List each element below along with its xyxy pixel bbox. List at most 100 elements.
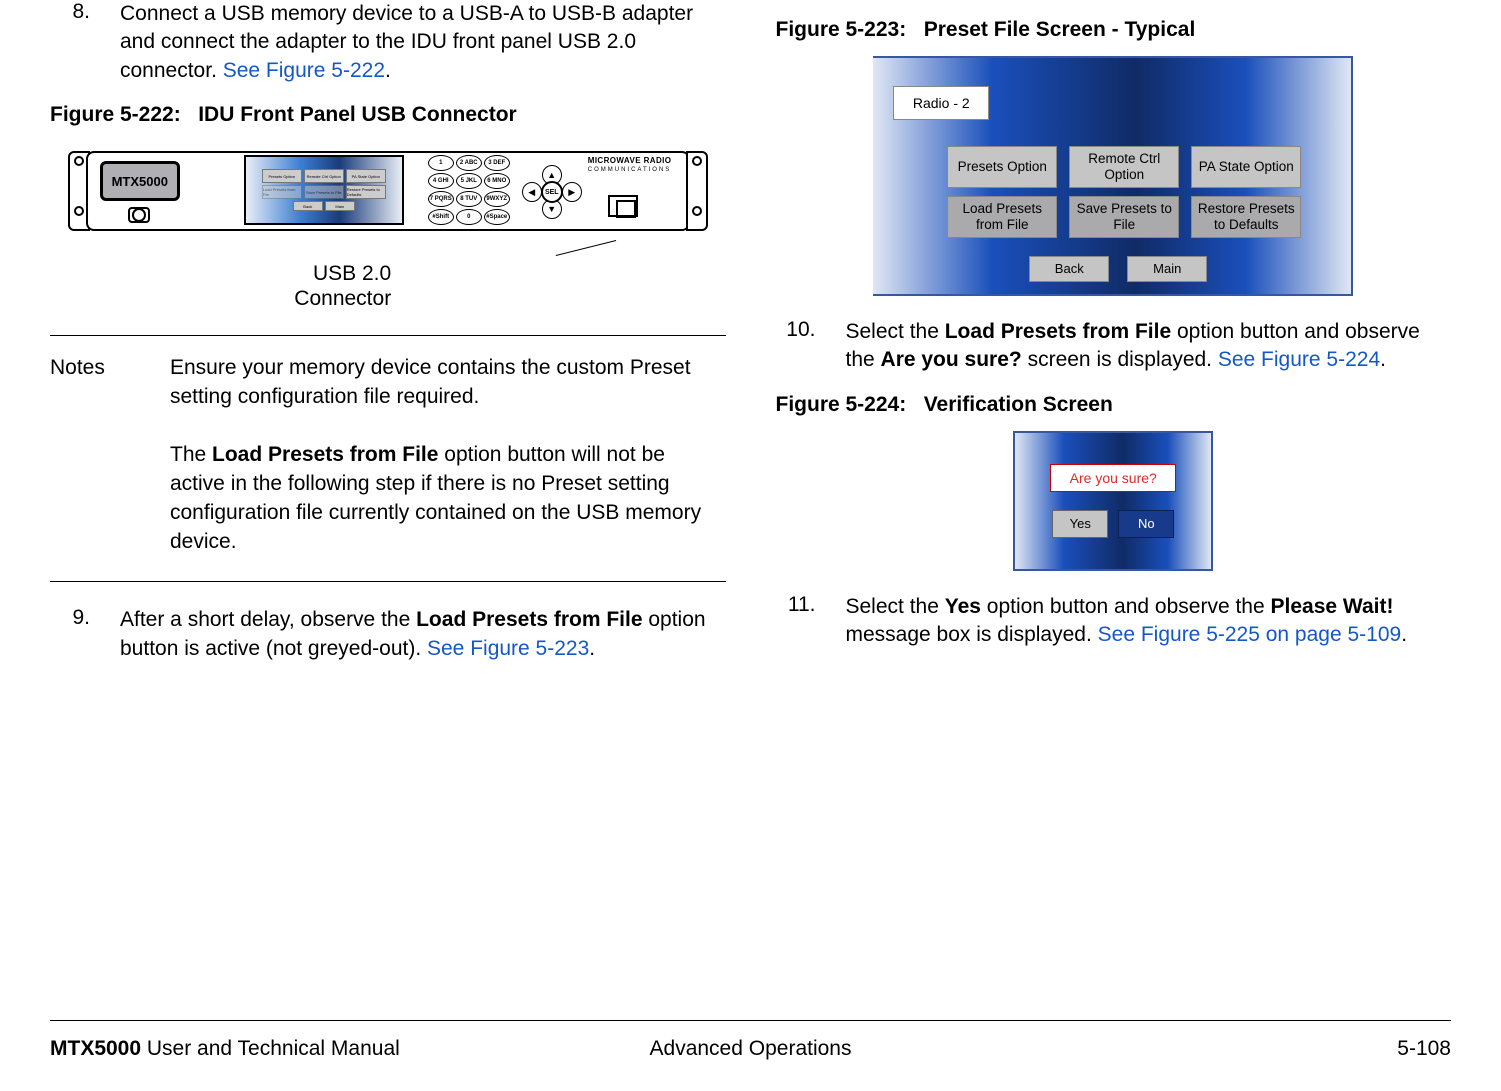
step-pre: Select the — [846, 595, 945, 618]
footer-left: MTX5000 User and Technical Manual — [50, 1037, 517, 1061]
spacer — [776, 571, 1452, 593]
select-button[interactable]: SEL — [541, 181, 563, 203]
step-10: 10. Select the Load Presets from File op… — [776, 318, 1452, 375]
left-column: 8. Connect a USB memory device to a USB-… — [50, 0, 726, 671]
mini-row-1: Presets Option Remote Ctrl Option PA Sta… — [262, 169, 386, 183]
key-9[interactable]: 9WXYZ — [484, 191, 510, 207]
spacer — [776, 296, 1452, 318]
yes-no-row: Yes No — [1052, 510, 1174, 538]
key-0[interactable]: 0 — [456, 209, 482, 225]
load-presets-button[interactable]: Load Presets from File — [947, 196, 1057, 238]
options-row-2: Load Presets from File Save Presets to F… — [947, 196, 1301, 238]
figure-224-title: Figure 5-224: Verification Screen — [776, 393, 1452, 417]
chevron-left-icon[interactable]: ◀ — [522, 182, 542, 202]
main-button[interactable]: Main — [1127, 256, 1207, 282]
notes-divider-top — [50, 335, 726, 336]
notes-para-1: Ensure your memory device contains the c… — [170, 354, 726, 412]
usb-caption-line2: Connector — [294, 287, 391, 310]
notes-p2-bold: Load Presets from File — [212, 443, 438, 466]
right-column: Figure 5-223: Preset File Screen - Typic… — [776, 0, 1452, 671]
key-4[interactable]: 4 GHI — [428, 173, 454, 189]
step-bold1: Yes — [945, 595, 981, 618]
mini-save-presets: Save Presets to File — [304, 185, 344, 199]
radio-tab[interactable]: Radio - 2 — [893, 86, 989, 120]
yes-button[interactable]: Yes — [1052, 510, 1108, 538]
footer-left-rest: User and Technical Manual — [141, 1037, 400, 1060]
notes-text: Ensure your memory device contains the c… — [170, 354, 726, 557]
mini-row-bm: Back Main — [293, 201, 355, 211]
key-1[interactable]: 1 — [428, 155, 454, 171]
notes-para-2: The Load Presets from File option button… — [170, 441, 726, 557]
step-bold2: Please Wait! — [1271, 595, 1394, 618]
product-badge: MTX5000 — [100, 161, 180, 201]
presets-option-button[interactable]: Presets Option — [947, 146, 1057, 188]
footer-center: Advanced Operations — [517, 1037, 984, 1061]
step-text: Connect a USB memory device to a USB-A t… — [120, 0, 726, 85]
remote-ctrl-option-button[interactable]: Remote Ctrl Option — [1069, 146, 1179, 188]
keypad: 1 2 ABC 3 DEF 4 GHI 5 JKL 6 MNO 7 PQRS 8… — [428, 155, 510, 225]
step-mid2: screen is displayed. — [1022, 348, 1218, 371]
step-number: 8. — [50, 0, 120, 85]
key-5[interactable]: 5 JKL — [456, 173, 482, 189]
chevron-right-icon[interactable]: ▶ — [562, 182, 582, 202]
key-7[interactable]: 7 PQRS — [428, 191, 454, 207]
step-bold2: Are you sure? — [881, 348, 1022, 371]
step-bold1: Load Presets from File — [945, 320, 1171, 343]
step-body: Connect a USB memory device to a USB-A t… — [120, 2, 693, 82]
key-shift[interactable]: #Shift — [428, 209, 454, 225]
idu-mini-screen: Presets Option Remote Ctrl Option PA Sta… — [244, 155, 404, 225]
key-2[interactable]: 2 ABC — [456, 155, 482, 171]
step-11: 11. Select the Yes option button and obs… — [776, 593, 1452, 650]
figure-link[interactable]: See Figure 5-222 — [223, 59, 385, 82]
mini-load-presets: Load Presets from File — [262, 185, 302, 199]
pa-state-option-button[interactable]: PA State Option — [1191, 146, 1301, 188]
figure-222-title: Figure 5-222: IDU Front Panel USB Connec… — [50, 103, 726, 127]
key-3[interactable]: 3 DEF — [484, 155, 510, 171]
figure-link[interactable]: See Figure 5-224 — [1218, 348, 1380, 371]
step-mid1: option button and observe the — [981, 595, 1271, 618]
idu-front-panel: MTX5000 Radio - 2 Presets Option Remote … — [68, 141, 708, 241]
notes-divider-bottom — [50, 581, 726, 582]
save-presets-button[interactable]: Save Presets to File — [1069, 196, 1179, 238]
figure-223-screen: Radio - 2 Presets Option Remote Ctrl Opt… — [873, 56, 1353, 296]
nav-pad: ▲ ▼ ◀ ▶ SEL — [522, 165, 582, 219]
mini-back: Back — [293, 201, 323, 211]
options-row-1: Presets Option Remote Ctrl Option PA Sta… — [947, 146, 1301, 188]
notes-p2-pre: The — [170, 443, 212, 466]
footer-divider — [50, 1020, 1451, 1021]
power-button[interactable] — [128, 207, 150, 223]
step-8: 8. Connect a USB memory device to a USB-… — [50, 0, 726, 85]
back-main-row: Back Main — [1029, 256, 1207, 282]
step-text: Select the Load Presets from File option… — [846, 318, 1452, 375]
are-you-sure-label: Are you sure? — [1050, 464, 1176, 492]
footer-right: 5-108 — [984, 1037, 1451, 1061]
mini-pa-state-option: PA State Option — [346, 169, 386, 183]
key-space[interactable]: #Space — [484, 209, 510, 225]
step-9: 9. After a short delay, observe the Load… — [50, 606, 726, 663]
step-tail: . — [1401, 623, 1407, 646]
step-pre: After a short delay, observe the — [120, 608, 416, 631]
figure-link[interactable]: See Figure 5-225 on page 5-109 — [1098, 623, 1402, 646]
notes-block: Notes Ensure your memory device contains… — [50, 354, 726, 557]
usb-port[interactable] — [608, 195, 638, 217]
usb-caption: USB 2.0 Connector — [294, 261, 391, 311]
back-button[interactable]: Back — [1029, 256, 1109, 282]
no-button[interactable]: No — [1118, 510, 1174, 538]
step-pre: Select the — [846, 320, 945, 343]
key-8[interactable]: 8 TUV — [456, 191, 482, 207]
rack-ear-right — [686, 151, 708, 231]
figure-link[interactable]: See Figure 5-223 — [427, 637, 589, 660]
step-text: After a short delay, observe the Load Pr… — [120, 606, 726, 663]
step-bold: Load Presets from File — [416, 608, 642, 631]
mini-remote-ctrl-option: Remote Ctrl Option — [304, 169, 344, 183]
brand-logo: MICROWAVE RADIO COMMUNICATIONS — [588, 157, 672, 173]
two-column-layout: 8. Connect a USB memory device to a USB-… — [50, 0, 1451, 671]
step-tail: . — [385, 59, 391, 82]
figure-222-label: Figure 5-222: IDU Front Panel USB Connec… — [50, 103, 517, 127]
key-6[interactable]: 6 MNO — [484, 173, 510, 189]
mini-row-2: Load Presets from File Save Presets to F… — [262, 185, 386, 199]
step-mid2: message box is displayed. — [846, 623, 1098, 646]
brand-logo-line1: MICROWAVE RADIO — [588, 156, 672, 165]
restore-presets-button[interactable]: Restore Presets to Defaults — [1191, 196, 1301, 238]
figure-224-label: Figure 5-224: Verification Screen — [776, 393, 1113, 417]
